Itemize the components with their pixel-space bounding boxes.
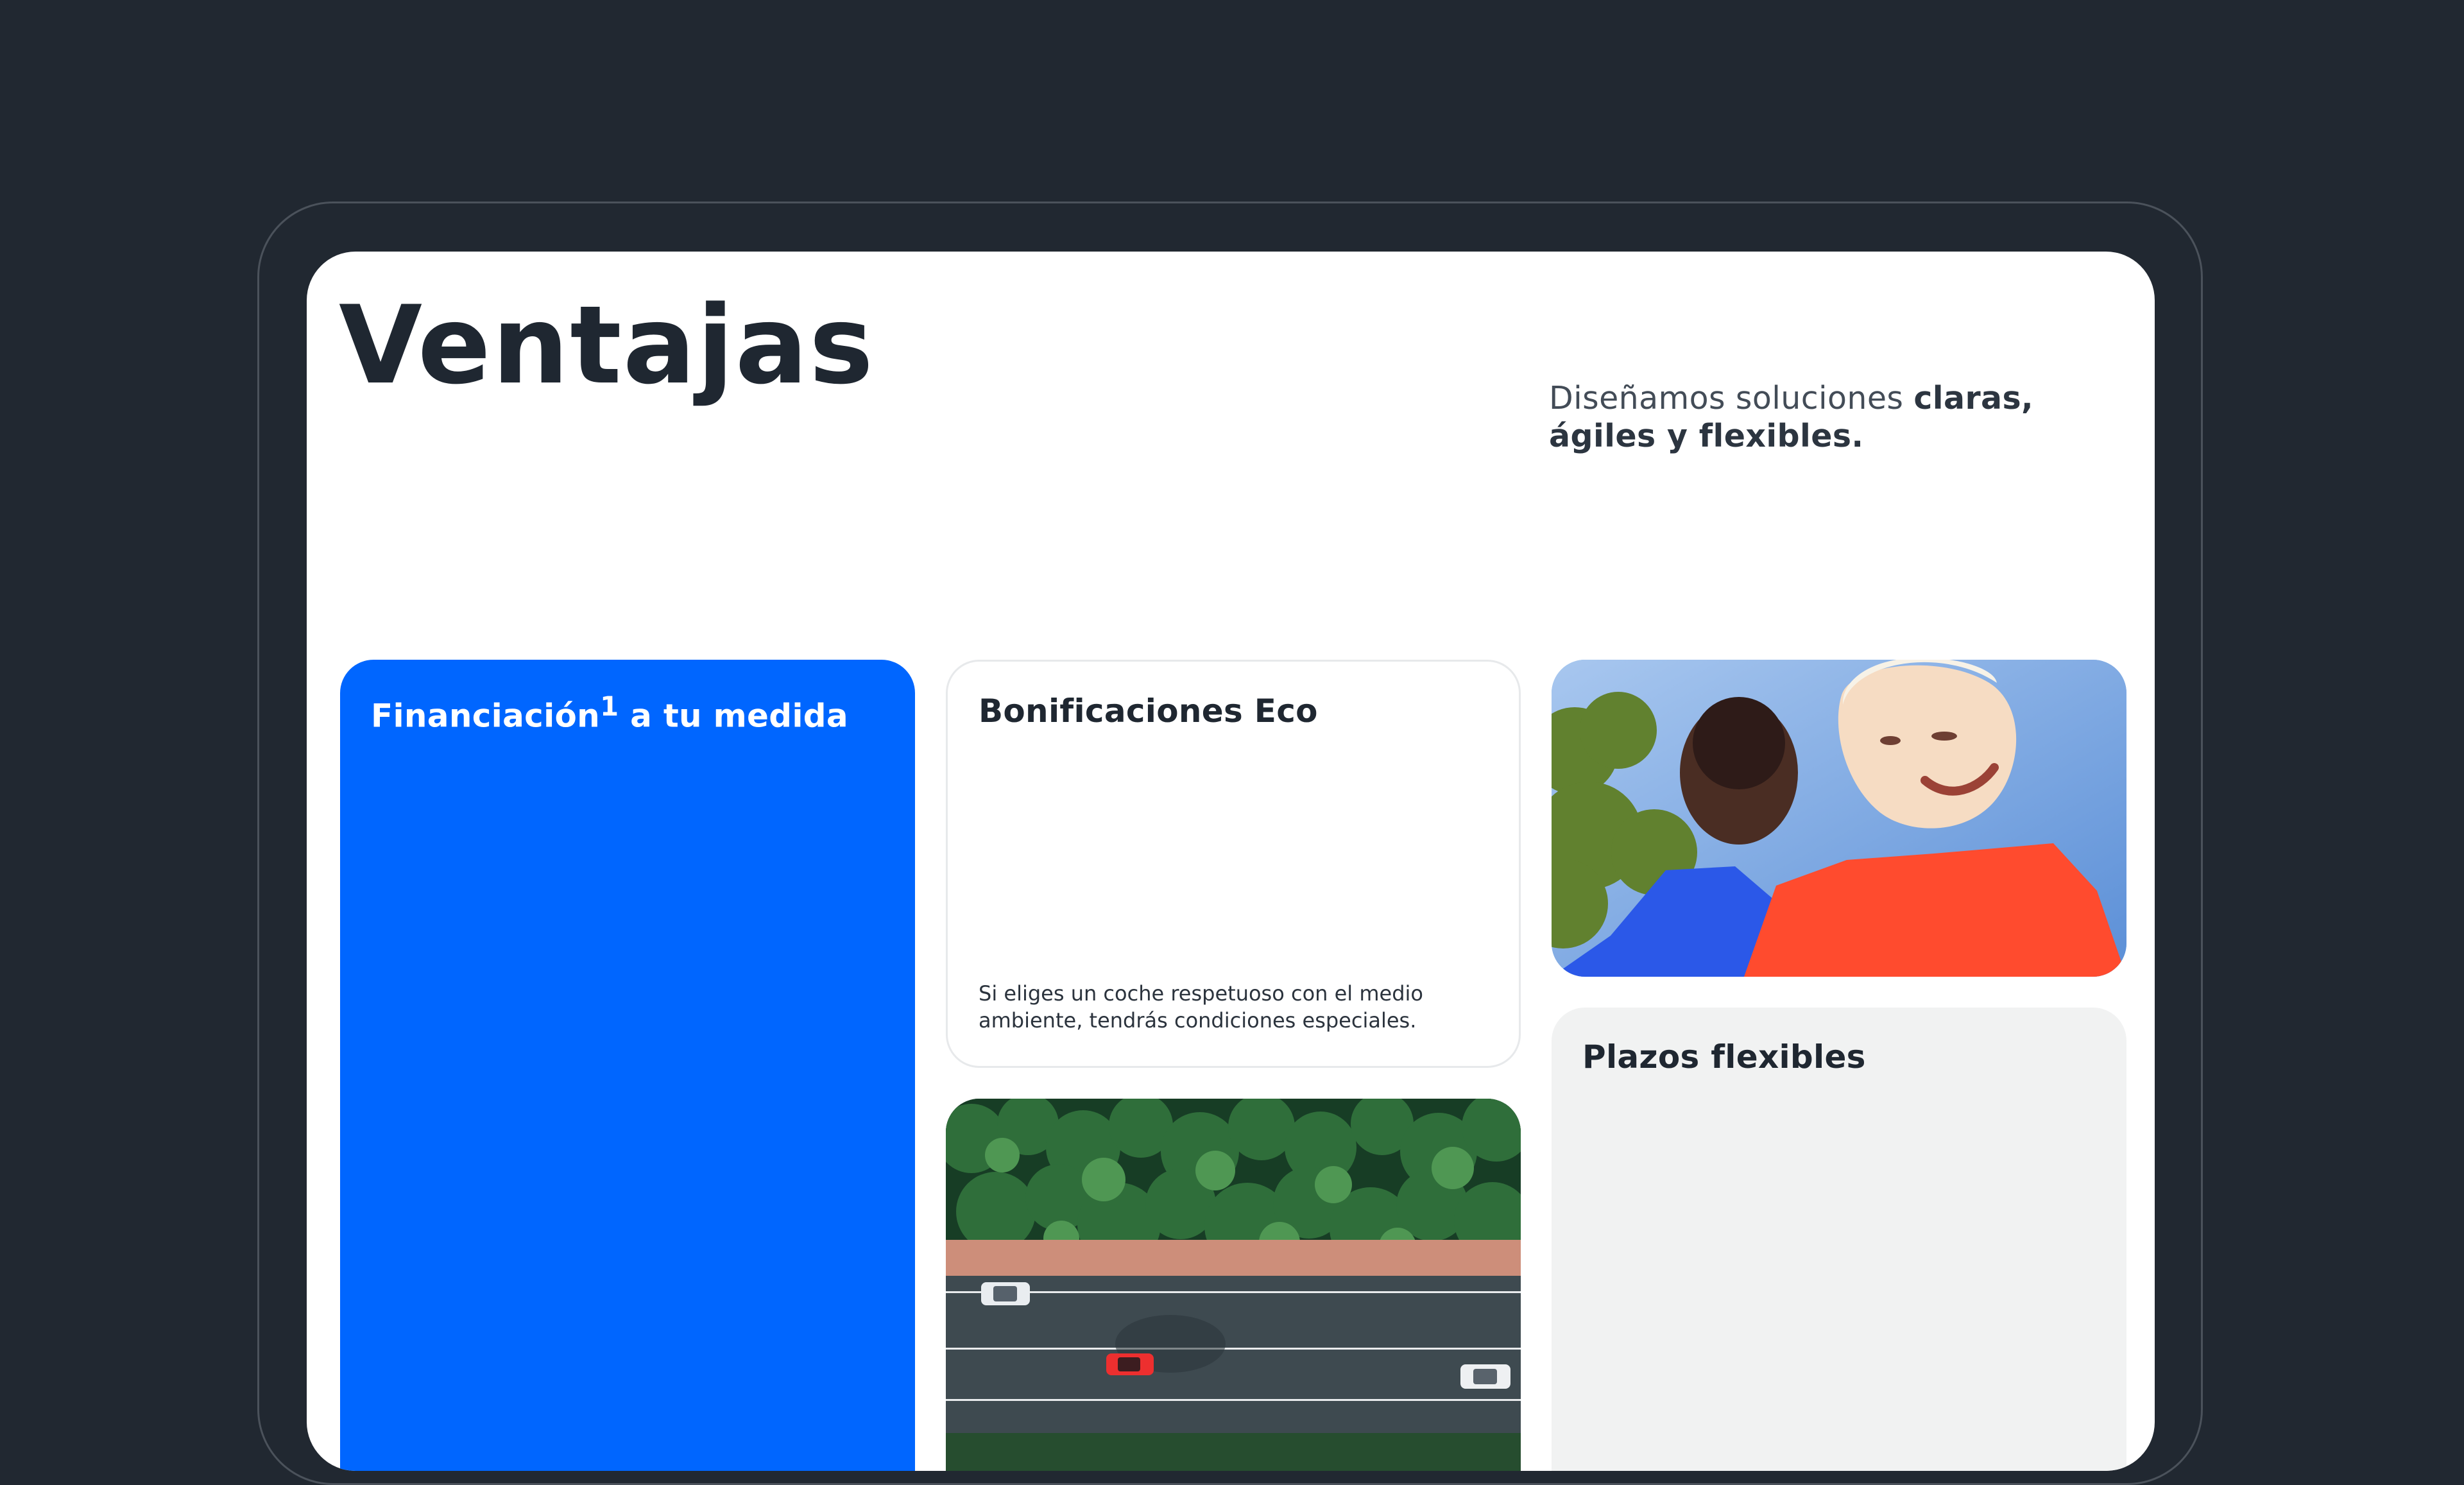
eco-bonus-description: Si eliges un coche respetuoso con el med… [979,981,1423,1033]
smiling-people-photo [1552,660,2126,977]
financing-card-title: Financiación1 a tu medida [371,691,848,735]
financing-card[interactable]: Financiación1 a tu medida [340,660,915,1471]
forest-road-illustration [946,1099,1521,1471]
financing-footnote-marker: 1 [600,691,619,722]
advantages-screen: Ventajas Diseñamos soluciones claras, ág… [307,252,2155,1471]
flexible-terms-card-title: Plazos flexibles [1582,1038,1866,1076]
intro-regular-text: Diseñamos soluciones [1549,380,1914,416]
financing-card-title-rest: a tu medida [619,697,848,735]
flexible-terms-card[interactable]: Plazos flexibles [1552,1008,2126,1471]
financing-card-title-main: Financiación [371,697,601,735]
eco-bonus-card[interactable]: Bonificaciones Eco Si eliges un coche re… [946,660,1521,1068]
people-illustration [1552,660,2126,977]
intro-text: Diseñamos soluciones claras, ágiles y fl… [1549,379,2126,455]
page-title: Ventajas [339,282,875,408]
forest-road-image [946,1099,1521,1471]
eco-bonus-card-title: Bonificaciones Eco [979,692,1318,730]
